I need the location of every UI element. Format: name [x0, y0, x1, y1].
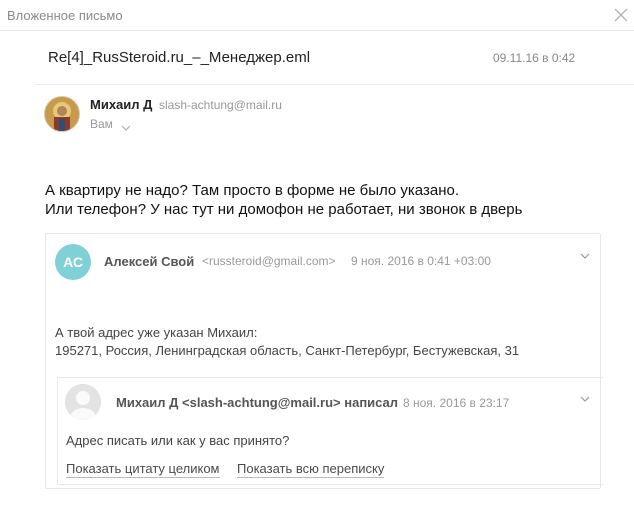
sender-avatar: [44, 96, 80, 132]
nested-author-avatar: [65, 384, 101, 420]
quote-text-line: 195271, Россия, Ленинградская область, С…: [55, 343, 520, 358]
show-full-quote-link[interactable]: Показать цитату целиком: [66, 461, 220, 478]
window-title: Вложенное письмо: [7, 8, 123, 23]
message-body: А квартиру не надо? Там просто в форме н…: [45, 181, 522, 219]
title-divider: [0, 30, 634, 31]
quote-author-email[interactable]: <russteroid@gmail.com>: [202, 254, 336, 268]
show-thread-link[interactable]: Показать всю переписку: [237, 461, 385, 478]
nested-quote-header[interactable]: Михаил Д <slash-achtung@mail.ru> написал: [116, 395, 398, 410]
quote-author-name[interactable]: Алексей Свой: [104, 254, 194, 269]
quote-text-line: А твой адрес уже указан Михаил:: [55, 325, 258, 340]
nested-chevron-icon[interactable]: [580, 390, 590, 408]
recipient-label: Вам: [90, 117, 113, 131]
close-icon[interactable]: [614, 8, 628, 22]
sender-name[interactable]: Михаил Д: [90, 97, 152, 112]
message-date: 09.11.16 в 0:42: [493, 51, 576, 65]
quote-date: 9 ноя. 2016 в 0:41 +03:00: [351, 254, 491, 268]
quote-author-avatar: АС: [55, 244, 91, 280]
nested-quote-date: 8 ноя. 2016 в 23:17: [403, 396, 510, 410]
nested-quote-text: Адрес писать или как у вас принято?: [66, 433, 290, 448]
attachment-file-name: Re[4]_RusSteroid.ru_–_Менеджер.eml: [48, 49, 311, 66]
header-divider: [35, 84, 634, 85]
chevron-down-icon[interactable]: [121, 119, 131, 137]
sender-email[interactable]: slash-achtung@mail.ru: [159, 98, 282, 112]
body-line: А квартиру не надо? Там просто в форме н…: [45, 182, 459, 199]
body-line: Или телефон? У нас тут ни домофон не раб…: [45, 201, 523, 218]
collapse-chevron-icon[interactable]: [580, 247, 590, 265]
